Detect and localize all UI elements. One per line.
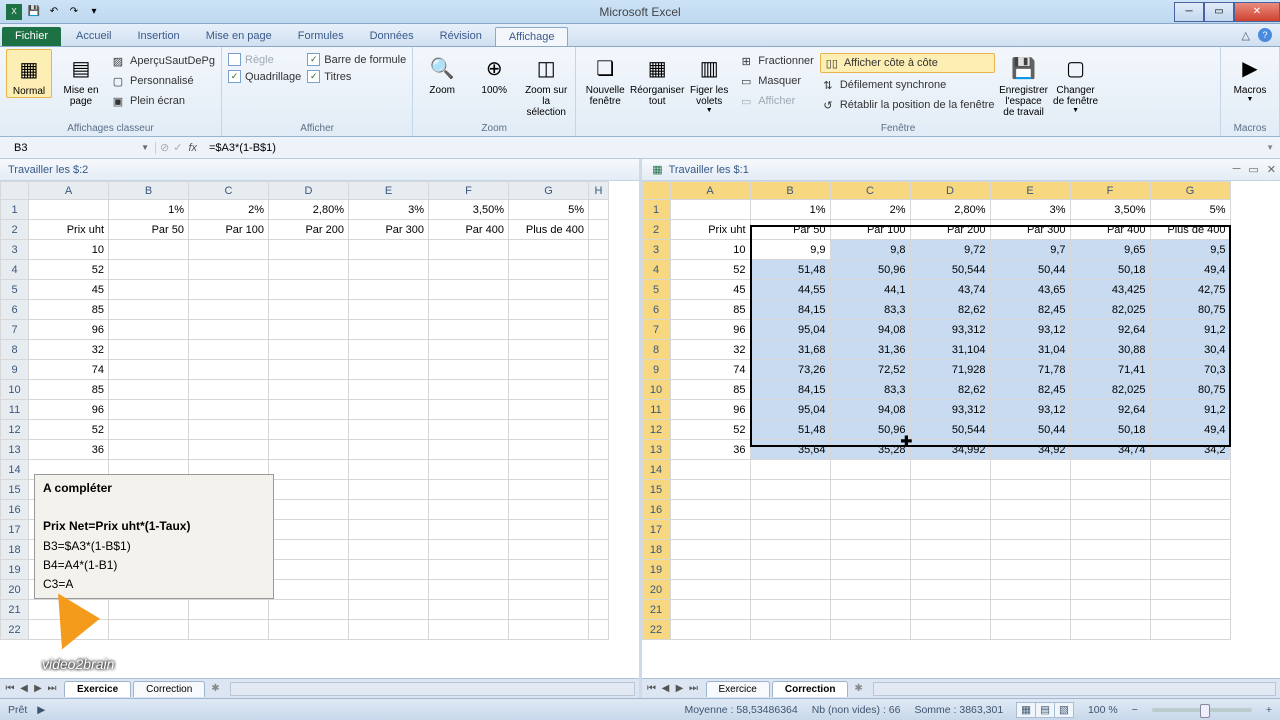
zoom-in-icon[interactable]: + — [1266, 704, 1272, 716]
note-title: A compléter — [43, 481, 112, 495]
app-title: Microsoft Excel — [599, 5, 680, 19]
zoom-out-icon[interactable]: − — [1132, 704, 1138, 716]
zoom-slider[interactable] — [1152, 708, 1252, 712]
macros-button[interactable]: ▶Macros▼ — [1227, 49, 1273, 104]
left-window-title: Travailler les $:2 — [0, 159, 639, 181]
help-icon[interactable]: ? — [1258, 28, 1272, 42]
tab-affichage[interactable]: Affichage — [495, 27, 569, 46]
tab-accueil[interactable]: Accueil — [63, 27, 124, 46]
note-line-19: B4=A4*(1-B1) — [43, 558, 117, 572]
save-icon[interactable]: 💾 — [26, 4, 42, 20]
window-buttons: ─ ▭ ✕ — [1174, 2, 1280, 22]
tab-fichier[interactable]: Fichier — [2, 27, 61, 46]
freeze-panes-button[interactable]: ▥Figer les volets▼ — [686, 49, 732, 115]
group-macros: ▶Macros▼ Macros — [1221, 47, 1280, 136]
tab-révision[interactable]: Révision — [427, 27, 495, 46]
unhide-button: ▭Afficher — [738, 93, 814, 109]
macro-record-icon[interactable]: ▶ — [37, 704, 45, 716]
arrange-all-button[interactable]: ▦Réorganiser tout — [634, 49, 680, 107]
workspace: Travailler les $:2 ABCDEFGH11%2%2,80%3%3… — [0, 159, 1280, 698]
new-sheet-icon[interactable]: ✱ — [205, 683, 225, 694]
reset-position-button[interactable]: ↺Rétablir la position de la fenêtre — [820, 97, 995, 113]
tab-nav[interactable]: ⏮◀▶⏭ — [642, 683, 704, 694]
tab-exercice[interactable]: Exercice — [706, 681, 770, 697]
zoom-button[interactable]: 🔍Zoom — [419, 49, 465, 96]
left-pane: Travailler les $:2 ABCDEFGH11%2%2,80%3%3… — [0, 159, 642, 698]
formula-bar-checkbox[interactable]: ✓Barre de formule — [307, 53, 406, 66]
switch-windows-button[interactable]: ▢Changer de fenêtre▼ — [1053, 49, 1099, 115]
pane-min-icon[interactable]: ─ — [1233, 163, 1241, 176]
note-line-17: Prix Net=Prix uht*(1-Taux) — [43, 519, 190, 533]
tab-nav[interactable]: ⏮◀▶⏭ — [0, 683, 62, 694]
watermark-shape — [58, 591, 102, 650]
tab-formules[interactable]: Formules — [285, 27, 357, 46]
status-sum: Somme : 3863,301 — [914, 704, 1003, 716]
minimize-button[interactable]: ─ — [1174, 2, 1204, 22]
tab-mise-en-page[interactable]: Mise en page — [193, 27, 285, 46]
new-sheet-icon[interactable]: ✱ — [848, 683, 868, 694]
excel-doc-icon: ▦ — [650, 162, 666, 178]
left-hscroll[interactable] — [230, 682, 635, 696]
ribbon-tabs: FichierAccueilInsertionMise en pageFormu… — [0, 24, 1280, 47]
right-grid[interactable]: ABCDEFG11%2%2,80%3%3,50%5%2Prix uhtPar 5… — [642, 181, 1280, 678]
side-by-side-button[interactable]: ▯▯Afficher côte à côte — [820, 53, 995, 73]
ruler-checkbox: Règle — [228, 53, 301, 66]
note-line-20: C3=A — [43, 577, 73, 591]
sync-scroll-button[interactable]: ⇅Défilement synchrone — [820, 77, 995, 93]
normal-view-button[interactable]: ▦Normal — [6, 49, 52, 98]
status-count: Nb (non vides) : 66 — [812, 704, 901, 716]
ribbon-minimize-icon[interactable]: △ — [1242, 29, 1250, 42]
headings-checkbox[interactable]: ✓Titres — [307, 70, 406, 83]
right-sheet-tabs: ⏮◀▶⏭ Exercice Correction ✱ — [642, 678, 1280, 698]
new-window-button[interactable]: ❏Nouvelle fenêtre — [582, 49, 628, 107]
name-box[interactable]: B3▼ — [8, 142, 156, 154]
title-bar: X 💾 ↶ ↷ ▾ Microsoft Excel ─ ▭ ✕ — [0, 0, 1280, 24]
right-window-title: ▦ Travailler les $:1 ─▭✕ — [642, 159, 1280, 181]
group-zoom: 🔍Zoom ⊕100% ◫Zoom sur la sélection Zoom — [413, 47, 576, 136]
hide-button[interactable]: ▭Masquer — [738, 73, 814, 89]
formula-input[interactable]: =$A3*(1-B$1) — [203, 142, 1260, 154]
gridlines-checkbox[interactable]: ✓Quadrillage — [228, 70, 301, 83]
maximize-button[interactable]: ▭ — [1204, 2, 1234, 22]
zoom-selection-button[interactable]: ◫Zoom sur la sélection — [523, 49, 569, 118]
excel-icon: X — [6, 4, 22, 20]
status-bar: Prêt ▶ Moyenne : 58,53486364 Nb (non vid… — [0, 698, 1280, 720]
left-sheet-tabs: ⏮◀▶⏭ Exercice Correction ✱ — [0, 678, 639, 698]
tab-correction[interactable]: Correction — [133, 681, 205, 697]
save-workspace-button[interactable]: 💾Enregistrer l'espace de travail — [1001, 49, 1047, 118]
undo-icon[interactable]: ↶ — [46, 4, 62, 20]
view-mode-buttons[interactable]: ▦▤▧ — [1017, 704, 1074, 716]
fx-icon[interactable]: fx — [182, 142, 203, 154]
tab-exercice[interactable]: Exercice — [64, 681, 131, 697]
full-screen-button[interactable]: ▣Plein écran — [110, 93, 215, 109]
tab-correction[interactable]: Correction — [772, 681, 849, 697]
page-layout-button[interactable]: ▤Mise en page — [58, 49, 104, 107]
ribbon: ▦Normal ▤Mise en page ▨AperçuSautDePg ▢P… — [0, 47, 1280, 137]
watermark-text: video2brain — [42, 656, 114, 672]
redo-icon[interactable]: ↷ — [66, 4, 82, 20]
pane-restore-icon[interactable]: ▭ — [1248, 163, 1258, 176]
page-break-preview-button[interactable]: ▨AperçuSautDePg — [110, 53, 215, 69]
zoom-100-button[interactable]: ⊕100% — [471, 49, 517, 96]
group-show: Règle ✓Quadrillage ✓Barre de formule ✓Ti… — [222, 47, 413, 136]
right-hscroll[interactable] — [873, 682, 1276, 696]
pane-close-icon[interactable]: ✕ — [1267, 163, 1276, 176]
note-box: A compléter Prix Net=Prix uht*(1-Taux) B… — [34, 474, 274, 599]
tab-insertion[interactable]: Insertion — [124, 27, 192, 46]
note-line-18: B3=$A3*(1-B$1) — [43, 539, 131, 553]
group-workbook-views: ▦Normal ▤Mise en page ▨AperçuSautDePg ▢P… — [0, 47, 222, 136]
split-button[interactable]: ⊞Fractionner — [738, 53, 814, 69]
left-grid[interactable]: ABCDEFGH11%2%2,80%3%3,50%5%2Prix uhtPar … — [0, 181, 639, 678]
status-ready: Prêt — [8, 704, 27, 716]
right-pane: ▦ Travailler les $:1 ─▭✕ ABCDEFG11%2%2,8… — [642, 159, 1280, 698]
qat-more-icon[interactable]: ▾ — [86, 4, 102, 20]
status-average: Moyenne : 58,53486364 — [684, 704, 797, 716]
tab-données[interactable]: Données — [357, 27, 427, 46]
formula-bar: B3▼ ⊘✓ fx =$A3*(1-B$1) ▼ — [0, 137, 1280, 159]
close-button[interactable]: ✕ — [1234, 2, 1280, 22]
custom-views-button[interactable]: ▢Personnalisé — [110, 73, 215, 89]
zoom-level[interactable]: 100 % — [1088, 704, 1118, 716]
group-window: ❏Nouvelle fenêtre ▦Réorganiser tout ▥Fig… — [576, 47, 1221, 136]
quick-access-toolbar: X 💾 ↶ ↷ ▾ — [0, 4, 102, 20]
